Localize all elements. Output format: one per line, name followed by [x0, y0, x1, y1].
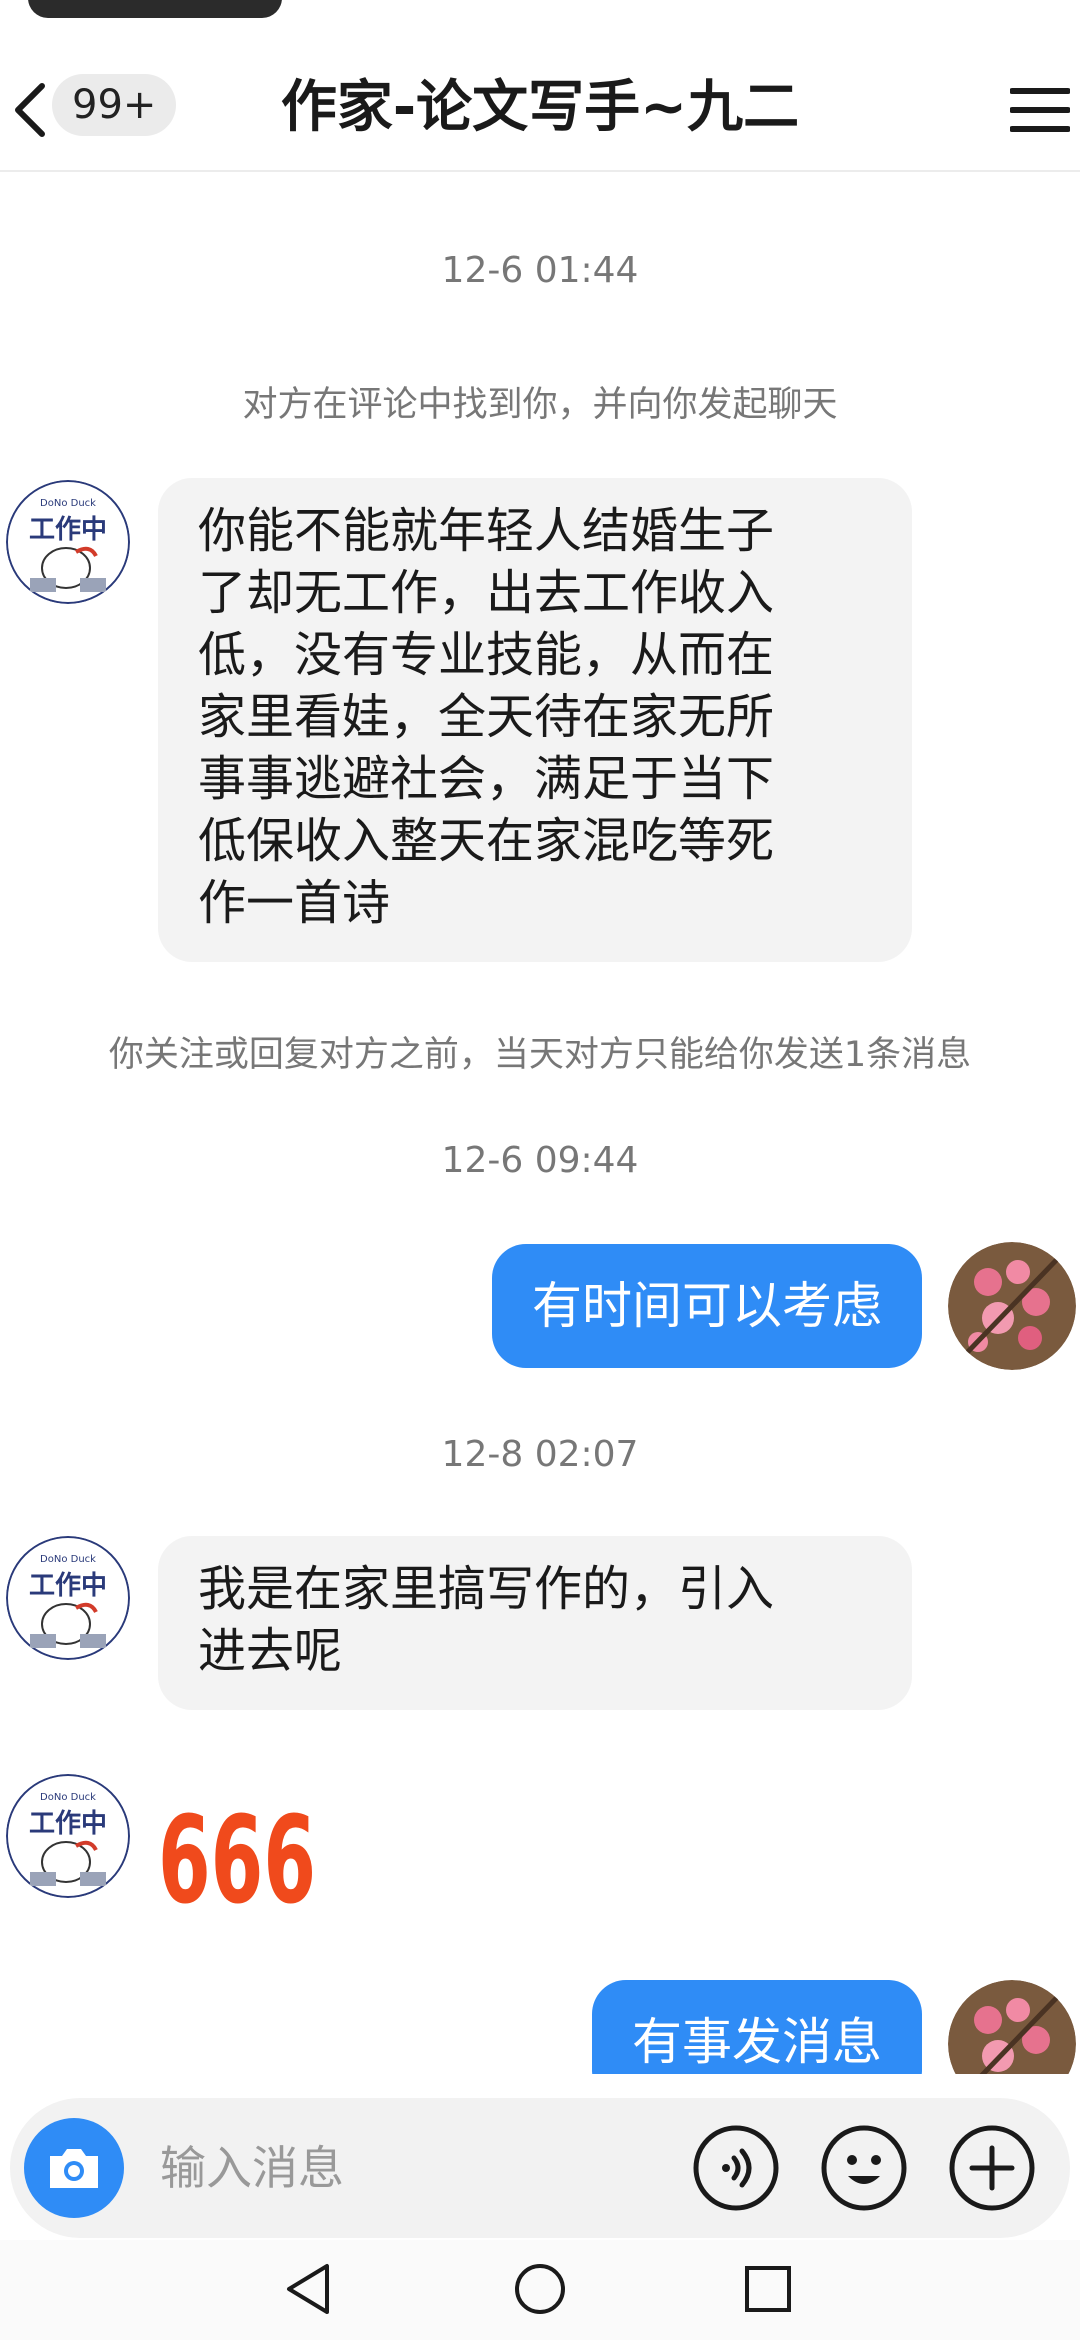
avatar-badge-text: 工作中 [29, 1571, 107, 1601]
svg-text:666: 666 [158, 1792, 316, 1914]
menu-button[interactable] [1000, 70, 1080, 150]
incoming-message-bubble[interactable]: 我是在家里搞写作的，引入 进去呢 [158, 1536, 912, 1710]
system-notice: 你关注或回复对方之前，当天对方只能给你发送1条消息 [108, 1035, 972, 1075]
timestamp: 12-6 09:44 [441, 1140, 639, 1181]
system-notice: 对方在评论中找到你，并向你发起聊天 [242, 385, 838, 425]
camera-button[interactable] [24, 2118, 124, 2218]
message-line: 家里看娃，全天待在家无所 [198, 689, 775, 745]
message-input[interactable] [160, 2128, 680, 2208]
avatar-brand-text: DoNo Duck [40, 498, 96, 509]
more-button[interactable] [948, 2124, 1036, 2212]
duck-avatar-icon: 工作中 DoNo Duck [6, 480, 130, 604]
outgoing-message-bubble[interactable]: 有事发消息 [592, 1980, 922, 2074]
duck-avatar-icon: 工作中 DoNo Duck [6, 1536, 130, 1660]
chat-header: 99+ 作家-论文写手~九二 [0, 40, 1080, 172]
my-avatar[interactable] [948, 1980, 1076, 2074]
unread-count-badge[interactable]: 99+ [52, 74, 177, 136]
chat-title: 作家-论文写手~九二 [280, 75, 800, 140]
message-line: 进去呢 [198, 1623, 343, 1679]
status-bar-pill [28, 0, 282, 18]
my-avatar[interactable] [948, 1242, 1076, 1370]
flower-avatar-icon [948, 1242, 1076, 1370]
avatar-badge-text: 工作中 [29, 1809, 107, 1839]
sender-avatar[interactable]: 工作中 DoNo Duck [6, 480, 130, 604]
voice-button[interactable] [692, 2124, 780, 2212]
duck-avatar-icon: 工作中 DoNo Duck [6, 1774, 130, 1898]
flower-avatar-icon [948, 1980, 1076, 2074]
timestamp: 12-8 02:07 [441, 1434, 639, 1475]
circle-home-icon [515, 2264, 565, 2314]
message-input-bar [10, 2098, 1070, 2238]
back-button[interactable] [0, 70, 60, 150]
nav-back-button[interactable] [268, 2254, 348, 2324]
chevron-left-icon [15, 83, 45, 137]
outgoing-message-bubble[interactable]: 有时间可以考虑 [492, 1244, 922, 1368]
voice-icon [693, 2125, 779, 2211]
sender-avatar[interactable]: 工作中 DoNo Duck [6, 1774, 130, 1898]
message-line: 我是在家里搞写作的，引入 [198, 1561, 775, 1617]
square-recent-icon [745, 2266, 791, 2312]
message-list[interactable]: 12-6 01:44 对方在评论中找到你，并向你发起聊天 工作中 DoNo Du… [0, 174, 1080, 2074]
avatar-badge-text: 工作中 [29, 515, 107, 545]
nav-home-button[interactable] [500, 2254, 580, 2324]
avatar-brand-text: DoNo Duck [40, 1554, 96, 1565]
sender-avatar[interactable]: 工作中 DoNo Duck [6, 1536, 130, 1660]
message-line: 作一首诗 [198, 875, 391, 931]
plus-icon [949, 2125, 1035, 2211]
emoji-button[interactable] [820, 2124, 908, 2212]
message-line: 低，没有专业技能，从而在 [198, 627, 775, 683]
message-line: 你能不能就年轻人结婚生子 [198, 503, 775, 559]
message-line: 事事逃避社会，满足于当下 [198, 751, 775, 807]
message-line: 低保收入整天在家混吃等死 [198, 813, 775, 869]
sticker-666-icon: 666 [158, 1792, 316, 1931]
message-line: 了却无工作，出去工作收入 [198, 565, 775, 621]
triangle-back-icon [287, 2264, 329, 2314]
nav-recent-button[interactable] [728, 2254, 808, 2324]
system-navigation-bar [0, 2240, 1080, 2340]
timestamp: 12-6 01:44 [441, 250, 639, 291]
emoji-icon [821, 2125, 907, 2211]
avatar-brand-text: DoNo Duck [40, 1792, 96, 1803]
sticker-message[interactable]: 666 [158, 1784, 318, 1931]
chat-screen: 99+ 作家-论文写手~九二 12-6 01:44 对方在评论中找到你，并向你发… [0, 0, 1080, 2340]
hamburger-menu-icon [1010, 88, 1070, 132]
camera-icon [50, 2149, 98, 2188]
incoming-message-bubble[interactable]: 你能不能就年轻人结婚生子 了却无工作，出去工作收入 低，没有专业技能，从而在 家… [158, 478, 912, 962]
